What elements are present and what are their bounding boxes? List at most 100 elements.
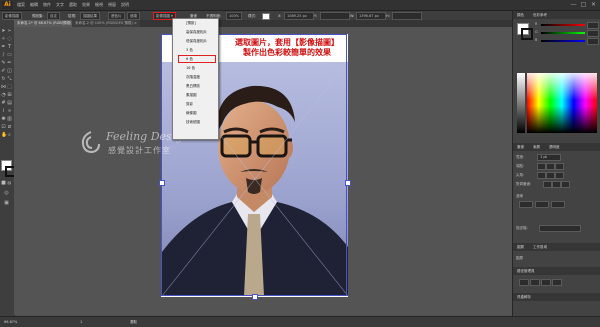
tab-gradient[interactable]: 漸層 [533, 144, 540, 150]
menu-item-technical-drawing[interactable]: 技術繪圖 [186, 120, 200, 125]
channel-r-slider[interactable] [541, 24, 585, 26]
selection-handle[interactable] [252, 294, 258, 300]
trace-button[interactable]: 追蹤 [127, 12, 140, 20]
tab-layers[interactable]: 圖層 [517, 244, 524, 250]
hand-tool-icon[interactable]: ✋ [1, 132, 7, 138]
tab-document-1[interactable]: 未命名-1* @ 66.67% (RGB/預視) × [14, 20, 79, 27]
artboard-number[interactable]: 1 [80, 319, 82, 325]
dash-field-3[interactable] [551, 201, 565, 208]
cap-round-button[interactable] [546, 163, 555, 170]
menu-item-3-colors[interactable]: 3 色 [186, 48, 193, 53]
menu-item-sketched-art[interactable]: 素描圖 [186, 93, 197, 98]
selection-handle[interactable] [345, 180, 351, 186]
maximize-icon[interactable]: □ [579, 1, 588, 8]
menu-item-default[interactable]: [預設] [186, 21, 196, 26]
style-swatch[interactable] [262, 13, 270, 20]
menu-item-high-fidelity[interactable]: 高保真度相片 [186, 30, 207, 35]
menu-type[interactable]: 文字 [56, 2, 64, 8]
corner-miter-button[interactable] [537, 172, 546, 179]
pathfinder-minus-front-button[interactable] [530, 279, 540, 286]
menu-file[interactable]: 檔案 [17, 2, 25, 8]
blend-tool-icon[interactable]: ∞ [7, 108, 12, 114]
zoom-tool-icon[interactable]: ⌕ [7, 132, 12, 138]
slice-tool-icon[interactable]: ⧄ [7, 124, 12, 130]
channel-g-field[interactable] [587, 30, 599, 37]
menu-view[interactable]: 檢視 [95, 2, 103, 8]
menu-item-16-colors[interactable]: 16 色 [186, 66, 195, 71]
menu-edit[interactable]: 編輯 [30, 2, 38, 8]
grayscale-ramp[interactable] [517, 73, 525, 133]
corner-round-button[interactable] [546, 172, 555, 179]
zoom-level[interactable]: 66.67% [4, 319, 17, 325]
magic-wand-tool-icon[interactable]: ✧ [1, 36, 6, 42]
stroke-weight-field[interactable]: 1 pt [537, 154, 561, 161]
direct-selection-tool-icon[interactable]: ➢ [7, 28, 12, 34]
perspective-grid-tool-icon[interactable]: ⊞ [7, 92, 12, 98]
dash-field-1[interactable] [519, 201, 533, 208]
tab-transparency[interactable]: 透明度 [549, 144, 560, 150]
tab-artboards[interactable]: 工作區域 [533, 244, 547, 250]
channel-b-field[interactable] [587, 38, 599, 45]
corner-bevel-button[interactable] [555, 172, 564, 179]
y-field[interactable] [320, 12, 350, 20]
pencil-tool-icon[interactable]: ✏ [7, 60, 12, 66]
pen-tool-icon[interactable]: ✒ [1, 44, 6, 50]
h-field[interactable] [392, 12, 422, 20]
graph-tool-icon[interactable]: ▥ [7, 116, 12, 122]
gradient-tool-icon[interactable]: ▤ [7, 100, 12, 106]
cap-square-button[interactable] [555, 163, 564, 170]
menu-item-line-art[interactable]: 線條圖 [186, 111, 197, 116]
align-outside-button[interactable] [561, 181, 570, 188]
menu-object[interactable]: 物件 [43, 2, 51, 8]
menu-help[interactable]: 說明 [121, 2, 129, 8]
line-tool-icon[interactable]: / [1, 52, 6, 58]
x-field[interactable]: 1089.25 px [284, 12, 314, 20]
pathfinder-exclude-button[interactable] [552, 279, 562, 286]
scale-tool-icon[interactable]: ⤡ [7, 76, 12, 82]
free-transform-tool-icon[interactable]: ⬚ [7, 84, 12, 90]
tab-stroke[interactable]: 筆畫 [517, 144, 524, 150]
type-tool-icon[interactable]: T [7, 44, 12, 50]
close-icon[interactable]: ✕ [589, 1, 598, 8]
channel-g-slider[interactable] [541, 32, 585, 34]
opacity-field[interactable]: 100% [226, 12, 243, 20]
symbol-sprayer-tool-icon[interactable]: ✺ [1, 116, 6, 122]
screen-mode-icon[interactable]: ▣ [4, 200, 9, 206]
channel-r-field[interactable] [587, 22, 599, 29]
mask-button[interactable]: 遮色片 [108, 12, 125, 20]
rotate-tool-icon[interactable]: ↻ [1, 76, 6, 82]
color-mode-icon[interactable]: ■ [1, 180, 6, 186]
profile-select[interactable] [539, 225, 581, 232]
mesh-tool-icon[interactable]: # [1, 100, 6, 106]
pathfinder-unite-button[interactable] [519, 279, 529, 286]
preset-select[interactable]: 自定 [47, 12, 60, 20]
selection-tool-icon[interactable]: ➤ [1, 28, 6, 34]
image-trace-label[interactable]: 影像描圖 [2, 12, 22, 20]
menu-effect[interactable]: 效果 [82, 2, 90, 8]
eyedropper-tool-icon[interactable]: ⌇ [1, 108, 6, 114]
menu-item-silhouettes[interactable]: 剪影 [186, 102, 193, 107]
tab-color[interactable]: 顏色 [517, 12, 524, 18]
channel-b-slider[interactable] [541, 40, 585, 42]
menu-select[interactable]: 選取 [69, 2, 77, 8]
menu-window[interactable]: 視窗 [108, 2, 116, 8]
menu-item-low-fidelity[interactable]: 低保真度相片 [186, 39, 207, 44]
color-spectrum[interactable] [527, 73, 597, 133]
width-tool-icon[interactable]: ⋈ [1, 84, 6, 90]
rectangle-tool-icon[interactable]: ▭ [7, 52, 12, 58]
minimize-icon[interactable]: — [569, 1, 578, 8]
draw-mode-icon[interactable]: ◎ [4, 190, 9, 196]
lasso-tool-icon[interactable]: ◌ [7, 36, 12, 42]
w-field[interactable]: 1396.67 px [356, 12, 386, 20]
selection-handle[interactable] [159, 180, 165, 186]
blob-brush-tool-icon[interactable]: ✐ [1, 68, 6, 74]
tab-pathfinder[interactable]: 路徑管理員 [517, 268, 535, 274]
align-center-button[interactable] [543, 181, 552, 188]
none-mode-icon[interactable]: ⧅ [7, 180, 12, 186]
panel-stroke-swatch[interactable] [521, 28, 533, 40]
align-inside-button[interactable] [552, 181, 561, 188]
pathfinder-intersect-button[interactable] [541, 279, 551, 286]
tab-color-guide[interactable]: 色彩參考 [533, 12, 547, 18]
menu-item-black-white-logo[interactable]: 黑白標誌 [186, 84, 200, 89]
eraser-tool-icon[interactable]: ◫ [7, 68, 12, 74]
